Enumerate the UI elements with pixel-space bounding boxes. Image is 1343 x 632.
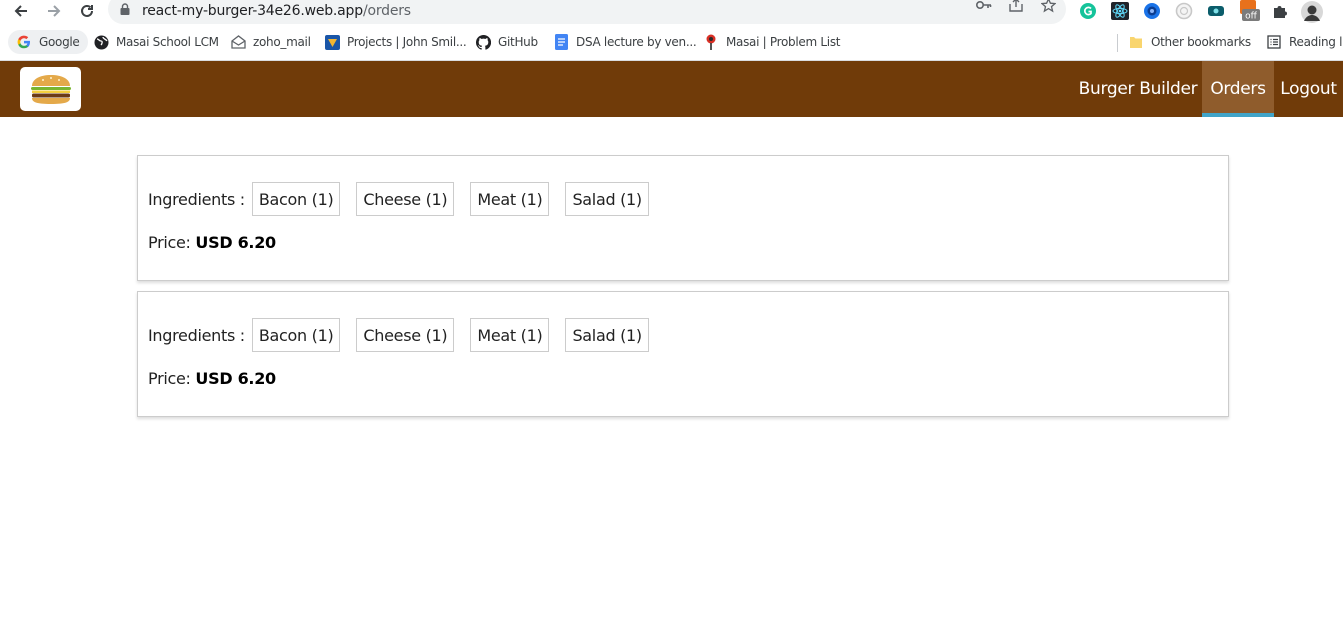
bookmark-google[interactable]: Google bbox=[8, 30, 88, 54]
app-toolbar: Burger Builder Orders Logout bbox=[0, 61, 1343, 117]
nav-logout[interactable]: Logout bbox=[1274, 61, 1343, 117]
share-icon[interactable] bbox=[1006, 0, 1026, 14]
folder-icon bbox=[1128, 34, 1144, 50]
burger-logo[interactable] bbox=[20, 67, 81, 111]
ingredient-chip: Salad (1) bbox=[565, 318, 649, 352]
other-bookmarks-label: Other bookmarks bbox=[1151, 35, 1251, 49]
bookmark-masai-problems[interactable]: Masai | Problem List bbox=[703, 28, 840, 56]
profile-avatar[interactable] bbox=[1300, 1, 1324, 23]
bookmark-label: Masai | Problem List bbox=[726, 35, 841, 49]
arrow-left-icon bbox=[14, 5, 27, 17]
back-button[interactable] bbox=[9, 0, 33, 22]
toggle-off-extension-icon[interactable]: off bbox=[1238, 0, 1262, 22]
bookmark-label: Projects | John Smil... bbox=[347, 35, 467, 49]
forward-button[interactable] bbox=[42, 0, 66, 22]
github-icon bbox=[475, 34, 491, 50]
ingredient-chip: Cheese (1) bbox=[356, 182, 455, 216]
ingredient-chip: Bacon (1) bbox=[251, 318, 341, 352]
price-row: Price: USD 6.20 bbox=[148, 369, 276, 388]
ingredient-chip: Salad (1) bbox=[565, 182, 649, 216]
docs-icon bbox=[553, 34, 569, 50]
reload-icon bbox=[81, 4, 93, 17]
other-bookmarks[interactable]: Other bookmarks bbox=[1128, 28, 1251, 56]
ingredients-row: Ingredients : Bacon (1) Cheese (1) Meat … bbox=[148, 318, 665, 352]
reload-button[interactable] bbox=[75, 0, 99, 22]
ingredients-label: Ingredients : bbox=[148, 325, 245, 345]
lock-icon bbox=[120, 3, 130, 15]
masai-icon bbox=[703, 34, 719, 50]
globe-icon bbox=[93, 34, 109, 50]
bookmarks-bar: Google Masai School LCM zoho_mail Projec… bbox=[0, 28, 1343, 56]
url-text: react-my-burger-34e26.web.app/orders bbox=[142, 3, 411, 19]
arrow-right-icon bbox=[48, 5, 61, 17]
bookmark-label: GitHub bbox=[498, 35, 538, 49]
price-value: USD 6.20 bbox=[195, 369, 276, 388]
nav-orders[interactable]: Orders bbox=[1202, 61, 1274, 117]
bookmark-label: Masai School LCM bbox=[116, 35, 219, 49]
puzzle-icon[interactable] bbox=[1270, 1, 1290, 21]
star-icon[interactable] bbox=[1038, 0, 1058, 14]
bookmark-label: Google bbox=[39, 35, 80, 49]
bookmark-projects[interactable]: Projects | John Smil... bbox=[324, 28, 467, 56]
ingredient-chip: Cheese (1) bbox=[356, 318, 455, 352]
price-row: Price: USD 6.20 bbox=[148, 233, 276, 252]
bookmark-github[interactable]: GitHub bbox=[475, 28, 538, 56]
order-card: Ingredients : Bacon (1) Cheese (1) Meat … bbox=[137, 291, 1229, 417]
url-host: react-my-burger-34e26.web.app bbox=[142, 3, 363, 19]
ingredient-chip: Meat (1) bbox=[470, 182, 550, 216]
extension-badge: off bbox=[1245, 12, 1258, 22]
burger-logo-icon bbox=[30, 75, 71, 104]
price-label: Price: bbox=[148, 233, 196, 252]
project-icon bbox=[324, 34, 340, 50]
mail-icon bbox=[230, 34, 246, 50]
bookmark-label: zoho_mail bbox=[253, 35, 311, 49]
ingredient-chip: Meat (1) bbox=[470, 318, 550, 352]
bookmarks-divider bbox=[1117, 34, 1118, 52]
reading-list[interactable]: Reading li bbox=[1266, 28, 1343, 56]
ingredient-chip: Bacon (1) bbox=[251, 182, 341, 216]
grammarly-icon[interactable] bbox=[1078, 1, 1098, 21]
nav-burger-builder[interactable]: Burger Builder bbox=[1074, 61, 1202, 117]
price-value: USD 6.20 bbox=[195, 233, 276, 252]
key-icon[interactable] bbox=[974, 0, 994, 14]
price-label: Price: bbox=[148, 369, 196, 388]
react-devtools-icon[interactable] bbox=[1110, 1, 1130, 21]
ingredients-row: Ingredients : Bacon (1) Cheese (1) Meat … bbox=[148, 182, 665, 216]
reading-list-label: Reading li bbox=[1289, 35, 1343, 49]
bookmark-label: DSA lecture by ven... bbox=[576, 35, 697, 49]
screen-recorder-icon[interactable] bbox=[1206, 1, 1226, 21]
bookmark-masai-lcm[interactable]: Masai School LCM bbox=[93, 28, 219, 56]
google-icon bbox=[16, 34, 32, 50]
bookmark-zoho-mail[interactable]: zoho_mail bbox=[230, 28, 311, 56]
browser-toolbar: react-my-burger-34e26.web.app/orders off bbox=[0, 0, 1343, 24]
timer-extension-icon[interactable] bbox=[1174, 1, 1194, 21]
reading-list-icon bbox=[1266, 34, 1282, 50]
camera-extension-icon[interactable] bbox=[1142, 1, 1162, 21]
bookmark-dsa-lecture[interactable]: DSA lecture by ven... bbox=[553, 28, 697, 56]
ingredients-label: Ingredients : bbox=[148, 189, 245, 209]
address-bar[interactable]: react-my-burger-34e26.web.app/orders bbox=[108, 0, 1066, 24]
order-card: Ingredients : Bacon (1) Cheese (1) Meat … bbox=[137, 155, 1229, 281]
url-path: /orders bbox=[362, 3, 411, 19]
